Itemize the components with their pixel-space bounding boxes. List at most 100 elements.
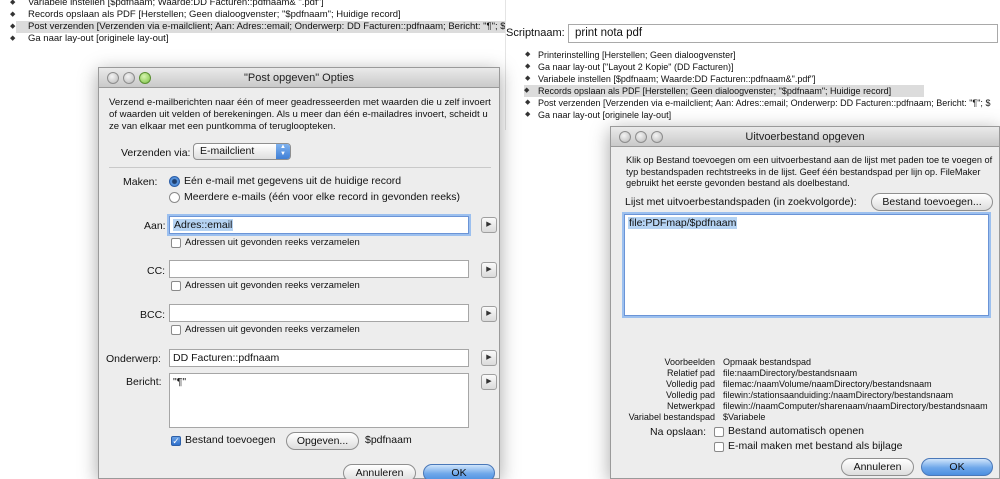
- close-window-icon[interactable]: [107, 72, 119, 84]
- auto-open-checkbox[interactable]: [714, 427, 724, 437]
- example-value: filemac:/naamVolume/naamDirectory/bestan…: [723, 379, 932, 389]
- to-field[interactable]: Adres::email: [169, 216, 469, 234]
- send-via-select[interactable]: E-mailclient ▲ ▼: [193, 143, 291, 160]
- cancel-button[interactable]: Annuleren: [343, 464, 416, 479]
- add-file-button[interactable]: Bestand toevoegen...: [871, 193, 993, 211]
- step-bullet-icon: ◆: [525, 75, 531, 82]
- step-bullet-icon: ◆: [10, 23, 16, 30]
- specify-file-button[interactable]: Opgeven...: [286, 432, 359, 450]
- zoom-window-icon[interactable]: [651, 131, 663, 143]
- bcc-label: BCC:: [140, 309, 166, 321]
- example-label: Netwerkpad: [666, 401, 715, 411]
- auto-open-label: Bestand automatisch openen: [728, 425, 865, 437]
- script-step-text: Ga naar lay-out [originele lay-out]: [28, 33, 169, 44]
- path-list-value: file:PDFmap/$pdfnaam: [628, 217, 738, 229]
- script-step[interactable]: ◆ Ga naar lay-out [originele lay-out]: [525, 109, 671, 121]
- path-list-label: Lijst met uitvoerbestandspaden (in zoekv…: [625, 196, 857, 208]
- example-value: file:naamDirectory/bestandsnaam: [723, 368, 858, 378]
- step-bullet-icon: ◆: [525, 99, 531, 106]
- close-window-icon[interactable]: [619, 131, 631, 143]
- attach-file-label: Bestand toevoegen: [185, 434, 276, 446]
- script-name-input[interactable]: print nota pdf: [568, 24, 998, 43]
- subject-label: Onderwerp:: [106, 353, 161, 365]
- script-step-text: Post verzenden [Verzenden via e-mailclie…: [538, 98, 991, 108]
- to-value: Adres::email: [173, 219, 234, 231]
- dialog-titlebar: "Post opgeven" Opties: [99, 68, 499, 88]
- script-step-text: Ga naar lay-out ["Layout 2 Kopie" (DD Fa…: [538, 62, 734, 72]
- make-multiple-radio[interactable]: [169, 192, 180, 203]
- email-attach-label: E-mail maken met bestand als bijlage: [728, 440, 903, 452]
- send-via-value: E-mailclient: [200, 145, 255, 157]
- example-value: filewin://naamComputer/sharenaam/naamDir…: [723, 401, 988, 411]
- message-label: Bericht:: [126, 376, 162, 388]
- post-options-dialog: "Post opgeven" Opties Verzend e-mailberi…: [98, 67, 500, 479]
- script-step-text: Records opslaan als PDF [Herstellen; Gee…: [538, 86, 892, 96]
- bcc-collect-checkbox[interactable]: [171, 325, 181, 335]
- cc-field[interactable]: [169, 260, 469, 278]
- zoom-window-icon[interactable]: [139, 72, 151, 84]
- dialog-intro-text: Verzend e-mailberichten naar één of meer…: [109, 97, 491, 132]
- to-label: Aan:: [144, 220, 166, 232]
- cc-collect-checkbox[interactable]: [171, 281, 181, 291]
- to-menu-arrow-icon[interactable]: ▶: [481, 217, 497, 233]
- to-collect-label: Adressen uit gevonden reeks verzamelen: [185, 237, 360, 248]
- make-multiple-label: Meerdere e-mails (één voor elke record i…: [184, 191, 461, 203]
- attach-file-checkbox[interactable]: ✓: [171, 436, 181, 446]
- minimize-window-icon[interactable]: [123, 72, 135, 84]
- ok-button[interactable]: OK: [921, 458, 993, 476]
- step-bullet-icon: ◆: [524, 87, 530, 94]
- script-step[interactable]: ◆ Printerinstelling [Herstellen; Geen di…: [525, 49, 736, 61]
- script-step[interactable]: ◆ Ga naar lay-out [originele lay-out]: [10, 33, 169, 45]
- message-field[interactable]: "¶": [169, 373, 469, 428]
- script-step[interactable]: ◆ Variabele instellen [$pdfnaam; Waarde:…: [10, 0, 324, 9]
- send-via-label: Verzenden via:: [121, 147, 191, 159]
- after-save-label: Na opslaan:: [650, 426, 707, 438]
- example-label: Variabel bestandspad: [628, 412, 715, 422]
- divider: [109, 167, 491, 168]
- cc-collect-label: Adressen uit gevonden reeks verzamelen: [185, 280, 360, 291]
- script-step-text: Printerinstelling [Herstellen; Geen dial…: [538, 50, 736, 60]
- script-step[interactable]: ◆ Records opslaan als PDF [Herstellen; G…: [10, 9, 401, 21]
- script-step-selected[interactable]: ◆ Post verzenden [Verzenden via e-mailcl…: [10, 21, 506, 33]
- dialog-intro-text: Klik op Bestand toevoegen om een uitvoer…: [626, 155, 993, 188]
- make-single-radio[interactable]: [169, 176, 180, 187]
- script-editor-right: Scriptnaam: print nota pdf ◆ Printerinst…: [505, 0, 1000, 130]
- script-step-selected[interactable]: ◆ Records opslaan als PDF [Herstellen; G…: [524, 85, 924, 97]
- step-bullet-icon: ◆: [525, 63, 531, 70]
- examples-value: Opmaak bestandspad: [723, 357, 812, 367]
- subject-field[interactable]: DD Facturen::pdfnaam: [169, 349, 469, 367]
- make-label: Maken:: [123, 176, 158, 188]
- bcc-collect-label: Adressen uit gevonden reeks verzamelen: [185, 324, 360, 335]
- examples-label: Voorbeelden: [664, 357, 715, 367]
- cc-label: CC:: [147, 265, 166, 277]
- to-collect-checkbox[interactable]: [171, 238, 181, 248]
- step-bullet-icon: ◆: [10, 35, 16, 42]
- example-label: Volledig pad: [665, 390, 715, 400]
- step-bullet-icon: ◆: [525, 51, 531, 58]
- script-step[interactable]: ◆ Post verzenden [Verzenden via e-mailcl…: [525, 97, 991, 109]
- script-step-text: Variabele instellen [$pdfnaam; Waarde:DD…: [538, 74, 816, 84]
- cc-menu-arrow-icon[interactable]: ▶: [481, 262, 497, 278]
- example-label: Volledig pad: [665, 379, 715, 389]
- bcc-menu-arrow-icon[interactable]: ▶: [481, 306, 497, 322]
- step-bullet-icon: ◆: [525, 111, 531, 118]
- step-bullet-icon: ◆: [10, 0, 16, 6]
- popup-arrows-icon: ▲ ▼: [276, 144, 290, 159]
- message-menu-arrow-icon[interactable]: ▶: [481, 374, 497, 390]
- bcc-field[interactable]: [169, 304, 469, 322]
- script-step[interactable]: ◆ Ga naar lay-out ["Layout 2 Kopie" (DD …: [525, 61, 734, 73]
- dialog-titlebar: Uitvoerbestand opgeven: [611, 127, 999, 147]
- dialog-title: "Post opgeven" Opties: [244, 72, 354, 84]
- attach-file-value: $pdfnaam: [365, 434, 412, 446]
- subject-menu-arrow-icon[interactable]: ▶: [481, 350, 497, 366]
- ok-button[interactable]: OK: [423, 464, 495, 479]
- minimize-window-icon[interactable]: [635, 131, 647, 143]
- cancel-button[interactable]: Annuleren: [841, 458, 914, 476]
- path-list-field[interactable]: file:PDFmap/$pdfnaam: [624, 214, 989, 316]
- output-file-dialog: Uitvoerbestand opgeven Klik op Bestand t…: [610, 126, 1000, 479]
- dialog-title: Uitvoerbestand opgeven: [745, 131, 865, 143]
- subject-value: DD Facturen::pdfnaam: [173, 352, 280, 364]
- script-step[interactable]: ◆ Variabele instellen [$pdfnaam; Waarde:…: [525, 73, 816, 85]
- example-label: Relatief pad: [666, 368, 715, 378]
- email-attach-checkbox[interactable]: [714, 442, 724, 452]
